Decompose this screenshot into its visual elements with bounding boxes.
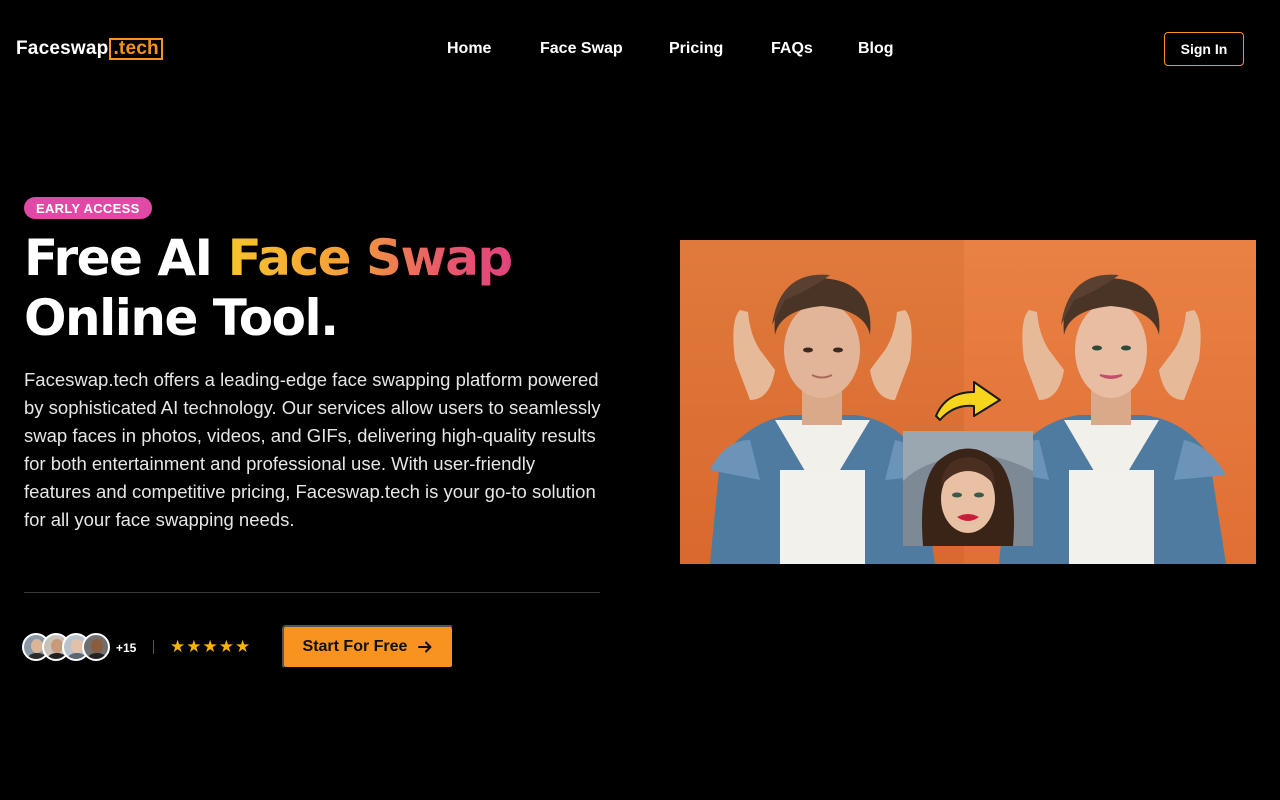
user-count: +15 [116, 641, 137, 655]
nav-faqs[interactable]: FAQs [771, 38, 813, 60]
avatar [82, 633, 110, 661]
nav-pricing[interactable]: Pricing [669, 38, 723, 60]
curved-arrow-icon [932, 378, 1004, 424]
star-icon: ★ [186, 637, 202, 656]
star-icon: ★ [218, 637, 234, 656]
hero-image [680, 240, 1256, 564]
start-for-free-button[interactable]: Start For Free [282, 625, 454, 669]
arrow-right-icon [417, 639, 433, 655]
hero-title-part1: Free AI [24, 229, 228, 287]
divider [24, 592, 600, 593]
star-icon: ★ [202, 637, 218, 656]
early-access-badge: EARLY ACCESS [24, 197, 152, 219]
sign-in-button[interactable]: Sign In [1164, 32, 1244, 66]
star-icon: ★ [235, 637, 251, 656]
cta-label: Start For Free [302, 638, 408, 655]
main-nav: Home Face Swap Pricing FAQs Blog [0, 38, 1280, 60]
rating-stars: ★ ★ ★ ★ ★ [170, 638, 250, 656]
hero-title: Free AI Face Swap Online Tool. [24, 228, 644, 348]
hero-title-highlight: Face Swap [227, 229, 514, 287]
hero-description: Faceswap.tech offers a leading-edge face… [24, 369, 601, 530]
star-icon: ★ [170, 637, 186, 656]
site-header: Faceswap .tech Home Face Swap Pricing FAQ… [0, 0, 1280, 98]
source-face-image [903, 431, 1033, 546]
nav-face-swap[interactable]: Face Swap [540, 38, 623, 60]
user-avatars [22, 633, 110, 661]
separator [153, 640, 154, 654]
hero-title-part2: Online Tool. [24, 289, 339, 347]
nav-home[interactable]: Home [447, 38, 491, 60]
nav-blog[interactable]: Blog [858, 38, 894, 60]
